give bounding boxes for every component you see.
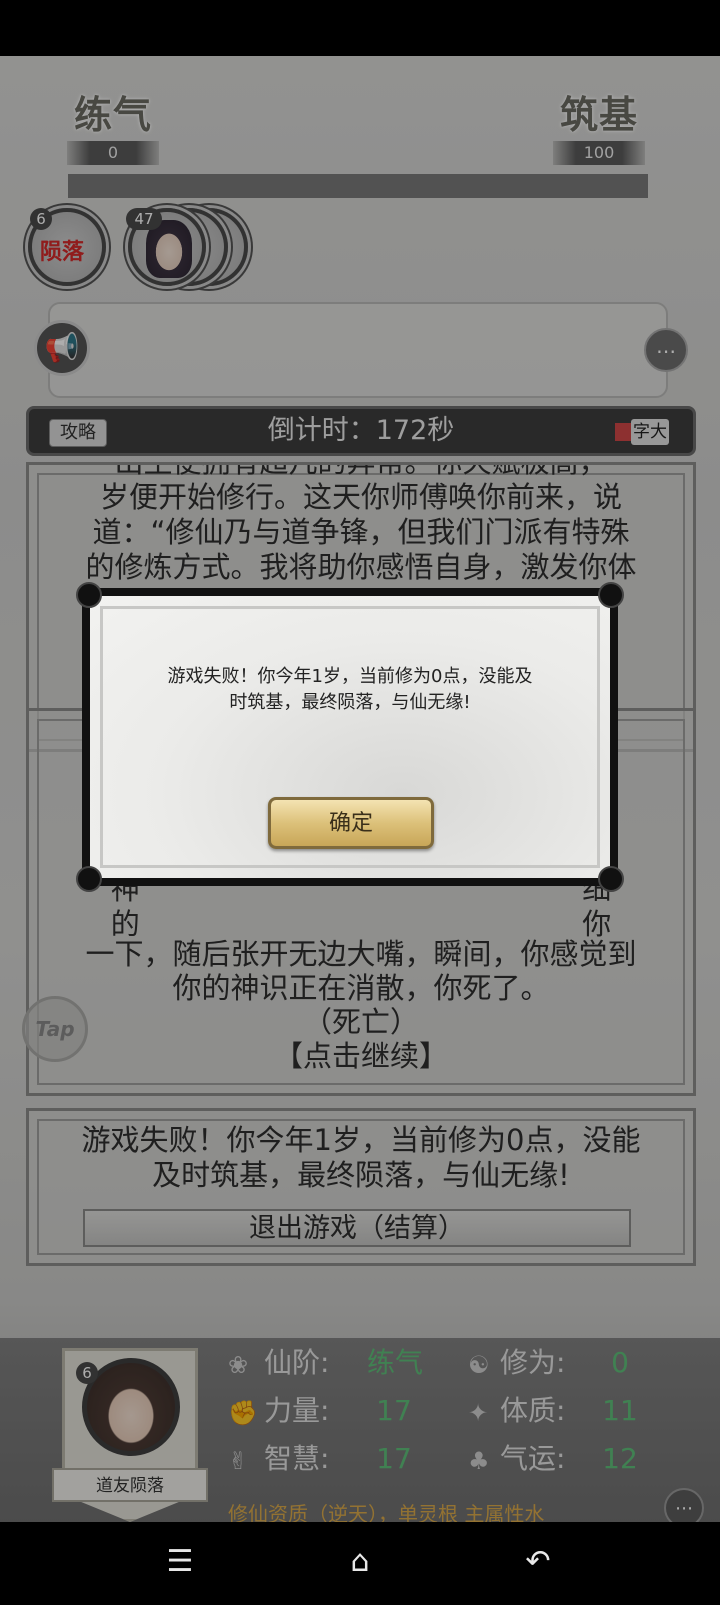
menu-icon[interactable]: ☰ <box>156 1538 204 1586</box>
dialog-corner <box>598 582 624 608</box>
confirm-button[interactable]: 确定 <box>268 797 434 849</box>
dialog-corner <box>76 582 102 608</box>
dialog-message-line: 游戏失败！你今年1岁，当前修为0点，没能及 <box>167 666 533 687</box>
back-icon[interactable]: ↶ <box>514 1538 562 1586</box>
phone-screen: 练气 0 筑基 100 6 陨落 47 📢 ⋯ 攻略 倒计时：172秒 字大 出… <box>0 0 720 1605</box>
navigation-bar: ☰ ⌂ ↶ <box>0 1522 720 1605</box>
game-over-dialog: 游戏失败！你今年1岁，当前修为0点，没能及 时筑基，最终陨落，与仙无缘! 确定 <box>76 582 624 892</box>
dialog-corner <box>76 866 102 892</box>
status-bar <box>0 0 720 56</box>
home-icon[interactable]: ⌂ <box>336 1538 384 1586</box>
dialog-corner <box>598 866 624 892</box>
dialog-message: 游戏失败！你今年1岁，当前修为0点，没能及 时筑基，最终陨落，与仙无缘! <box>122 664 578 716</box>
dialog-message-line: 时筑基，最终陨落，与仙无缘! <box>229 692 471 713</box>
